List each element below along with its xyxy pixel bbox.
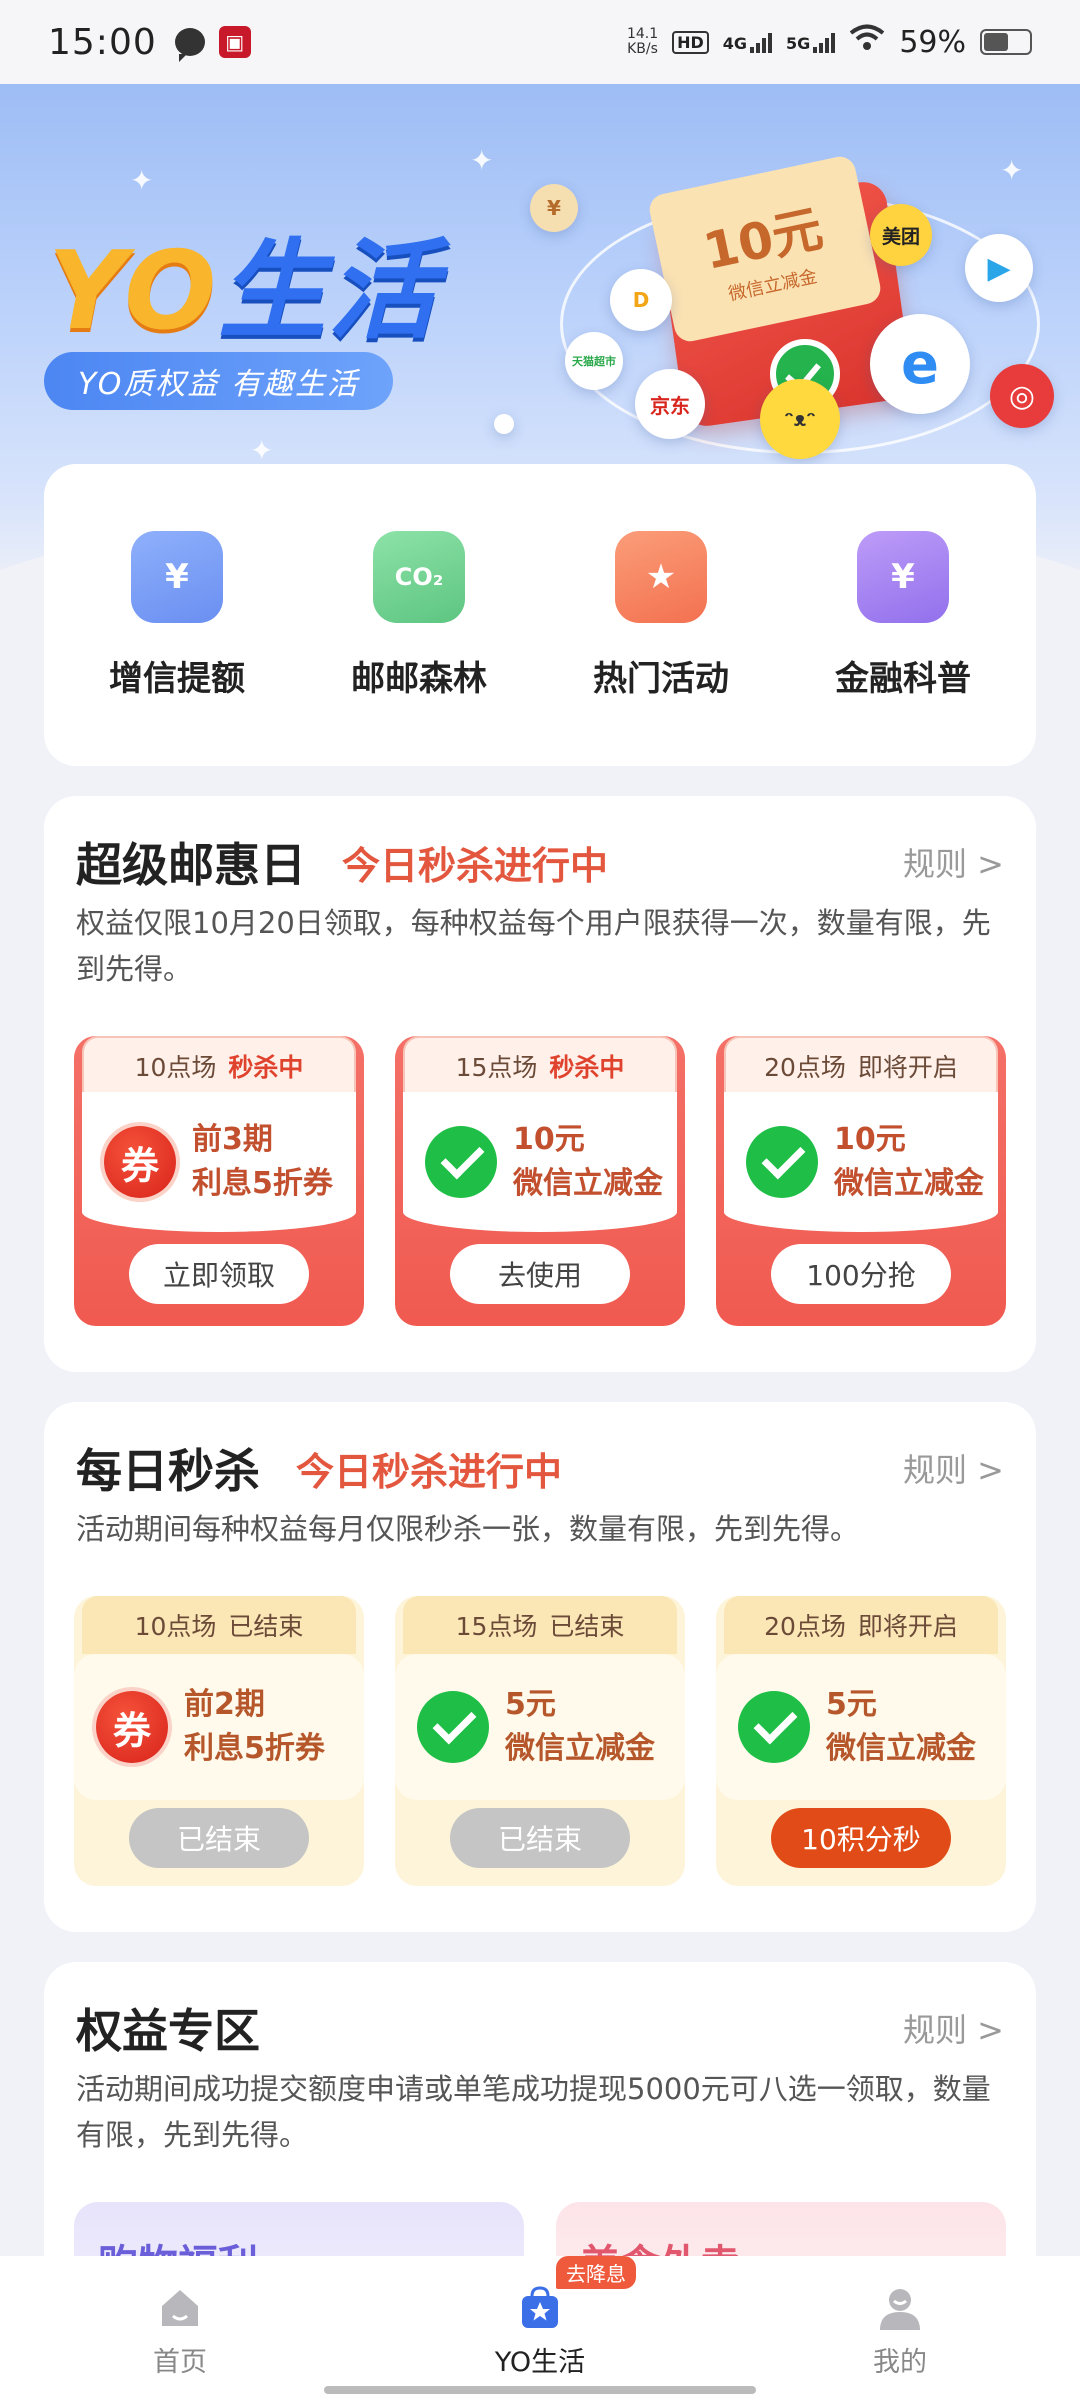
sparkle-icon: ✦	[130, 164, 154, 197]
coupon-session-tag: 10点场 已结束	[82, 1596, 356, 1654]
quick-entry-finance-knowledge[interactable]: ¥ 金融科普	[788, 530, 1018, 700]
coupon-session-tag: 10点场 秒杀中	[82, 1036, 356, 1094]
nav-badge: 去降息	[556, 2256, 636, 2289]
daily-seckill-section: 每日秒杀 今日秒杀进行中 规则 > 活动期间每种权益每月仅限秒杀一张，数量有限，…	[44, 1402, 1036, 1932]
section-description: 活动期间每种权益每月仅限秒杀一张，数量有限，先到先得。	[76, 1512, 860, 1546]
user-icon	[876, 2284, 924, 2332]
section-title: 每日秒杀	[76, 1444, 260, 1498]
coupon-session-tag: 20点场 即将开启	[724, 1036, 998, 1094]
coupon-card[interactable]: 10点场 已结束 券 前2期 利息5折券 已结束	[74, 1596, 364, 1886]
section-description: 权益仅限10月20日领取，每种权益每个用户限获得一次，数量有限，先到先得。	[76, 906, 991, 986]
coupon-card[interactable]: 10点场 秒杀中 券 前3期 利息5折券 立即领取	[74, 1036, 364, 1326]
quick-entry-label: 金融科普	[835, 658, 971, 699]
bookmark-star-icon: ★	[615, 530, 707, 623]
nav-label: YO生活	[494, 2347, 586, 2378]
ended-button[interactable]: 已结束	[450, 1808, 630, 1868]
wechat-check-icon	[425, 1126, 497, 1198]
quick-entry-label: 邮邮森林	[351, 658, 487, 699]
wifi-icon	[849, 24, 885, 60]
signal-5g-icon: 5G	[786, 31, 836, 53]
finance-search-icon: ¥	[857, 530, 949, 623]
coupon-card[interactable]: 15点场 秒杀中 10元 微信立减金 去使用	[395, 1036, 685, 1326]
wechat-check-icon	[417, 1691, 489, 1763]
section-title: 权益专区	[76, 2004, 260, 2058]
status-bar: 15:00 ▣ 14.1 KB/s HD 4G 5G 59%	[0, 0, 1080, 84]
section-description: 活动期间成功提交额度申请或单笔成功提现5000元可八选一领取，数量有限，先到先得…	[76, 2072, 991, 2152]
battery-level: 59%	[899, 24, 966, 60]
didi-logo-icon: D	[610, 269, 672, 331]
home-indicator[interactable]	[324, 2386, 756, 2394]
netease-music-icon: ◎	[990, 364, 1054, 428]
coupon-session-tag: 20点场 即将开启	[724, 1596, 998, 1654]
coupon-icon: 券	[104, 1126, 176, 1198]
network-speed: 14.1 KB/s	[626, 26, 659, 57]
home-icon	[156, 2284, 204, 2332]
coupon-icon: 券	[96, 1691, 168, 1763]
sparkle-icon: ✦	[1000, 154, 1024, 187]
mascot-rabbit-icon: ᵔᴥᵔ	[760, 379, 840, 459]
section-title: 超级邮惠日	[76, 838, 306, 892]
nav-label: 首页	[153, 2347, 207, 2378]
bottom-nav: 首页 去降息 YO生活 我的	[0, 2256, 1080, 2400]
play-logo-icon: ▶	[965, 234, 1033, 302]
super-day-section: 超级邮惠日 今日秒杀进行中 规则 > 权益仅限10月20日领取，每种权益每个用户…	[44, 796, 1036, 1372]
quick-entry-label: 热门活动	[593, 658, 729, 699]
meituan-logo: 美团	[870, 204, 932, 266]
nav-label: 我的	[873, 2347, 927, 2378]
nav-yo-life[interactable]: 去降息 YO生活	[440, 2256, 640, 2379]
coupon-session-tag: 15点场 已结束	[403, 1596, 677, 1654]
wechat-check-icon	[738, 1691, 810, 1763]
claim-button[interactable]: 立即领取	[129, 1244, 309, 1304]
coupon-description: 5元 微信立减金	[826, 1687, 976, 1766]
coupon-session-tag: 15点场 秒杀中	[403, 1036, 677, 1094]
quick-entry-label: 增信提额	[109, 658, 245, 699]
hd-icon: HD	[672, 30, 709, 54]
co2-cloud-icon: CO₂	[373, 530, 465, 623]
coupon-description: 前3期 利息5折券	[192, 1122, 333, 1201]
coupon-description: 10元 微信立减金	[834, 1122, 984, 1201]
dot-decoration	[494, 414, 514, 434]
points-grab-button[interactable]: 100分抢	[771, 1244, 951, 1304]
points-seckill-button[interactable]: 10积分秒	[771, 1808, 951, 1868]
quick-entry-hot-activity[interactable]: ★ 热门活动	[546, 530, 776, 700]
jd-logo: 京东	[635, 369, 705, 439]
sparkle-icon: ✦	[250, 434, 274, 467]
rules-link[interactable]: 规则 >	[903, 1445, 1004, 1491]
quick-entry-forest[interactable]: CO₂ 邮邮森林	[304, 530, 534, 700]
section-subtitle: 今日秒杀进行中	[342, 843, 609, 888]
coin-icon: ¥	[530, 184, 578, 232]
bank-app-icon: ▣	[218, 26, 251, 58]
coupon-card[interactable]: 20点场 即将开启 5元 微信立减金 10积分秒	[716, 1596, 1006, 1886]
tmall-supermarket-logo: 天猫超市	[565, 332, 623, 390]
sparkle-icon: ✦	[470, 144, 494, 177]
shopping-bag-star-icon	[516, 2284, 564, 2332]
e-logo-icon: e	[870, 314, 970, 414]
nav-me[interactable]: 我的	[800, 2284, 1000, 2379]
wechat-check-icon	[746, 1126, 818, 1198]
use-button[interactable]: 去使用	[450, 1244, 630, 1304]
status-time: 15:00	[48, 21, 157, 63]
battery-icon	[980, 29, 1032, 55]
hero-slogan: YO质权益 有趣生活	[44, 352, 393, 410]
quick-entry-credit[interactable]: ¥ 增信提额	[62, 530, 292, 700]
message-icon	[174, 28, 205, 62]
quick-entry-card: ¥ 增信提额 CO₂ 邮邮森林 ★ 热门活动 ¥ 金融科普	[44, 464, 1036, 766]
signal-4g-icon: 4G	[723, 31, 773, 53]
rules-link[interactable]: 规则 >	[903, 839, 1004, 885]
credit-wallet-icon: ¥	[131, 530, 223, 623]
coupon-card[interactable]: 20点场 即将开启 10元 微信立减金 100分抢	[716, 1036, 1006, 1326]
nav-home[interactable]: 首页	[80, 2284, 280, 2379]
rules-link[interactable]: 规则 >	[903, 2005, 1004, 2051]
coupon-card[interactable]: 15点场 已结束 5元 微信立减金 已结束	[395, 1596, 685, 1886]
hero-title: YO生活	[48, 229, 439, 354]
coupon-description: 10元 微信立减金	[513, 1122, 663, 1201]
ended-button[interactable]: 已结束	[129, 1808, 309, 1868]
coupon-description: 前2期 利息5折券	[184, 1687, 325, 1766]
section-subtitle: 今日秒杀进行中	[296, 1449, 563, 1494]
coupon-description: 5元 微信立减金	[505, 1687, 655, 1766]
